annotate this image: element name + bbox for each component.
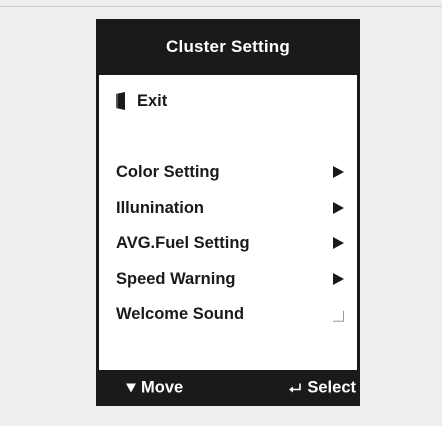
arrow-right-icon — [333, 273, 344, 285]
move-hint: Move — [126, 379, 183, 398]
menu-item-label: Color Setting — [116, 162, 220, 181]
menu-item-illunination[interactable]: Illunination — [99, 188, 357, 228]
enter-icon — [288, 382, 303, 394]
door-icon — [116, 92, 126, 110]
menu-list: Exit Color Setting Illunination AVG.Fuel… — [99, 75, 357, 370]
top-divider — [0, 6, 442, 7]
menu-item-speed-warning[interactable]: Speed Warning — [99, 259, 357, 299]
menu-item-color-setting[interactable]: Color Setting — [99, 152, 357, 192]
select-label: Select — [307, 378, 356, 397]
menu-item-label: Exit — [137, 91, 168, 110]
menu-item-label: Illunination — [116, 198, 204, 217]
move-label: Move — [141, 378, 184, 397]
screen: Cluster Setting Exit Color Setting Illun… — [0, 0, 442, 426]
welcome-sound-checkbox[interactable] — [333, 310, 344, 322]
arrow-right-icon — [333, 237, 344, 249]
menu-item-label: Speed Warning — [116, 269, 236, 288]
arrow-right-icon — [333, 166, 344, 178]
triangle-down-icon — [126, 383, 136, 393]
cluster-setting-menu: Cluster Setting Exit Color Setting Illun… — [96, 19, 360, 406]
menu-item-avg-fuel-setting[interactable]: AVG.Fuel Setting — [99, 223, 357, 263]
select-hint: Select — [288, 379, 356, 398]
menu-footer: Move Select — [96, 370, 360, 406]
menu-item-label: Welcome Sound — [116, 304, 245, 323]
menu-item-welcome-sound[interactable]: Welcome Sound — [99, 294, 357, 334]
menu-title: Cluster Setting — [166, 37, 290, 56]
menu-item-label: AVG.Fuel Setting — [116, 233, 250, 252]
arrow-right-icon — [333, 202, 344, 214]
menu-item-exit[interactable]: Exit — [99, 81, 357, 121]
